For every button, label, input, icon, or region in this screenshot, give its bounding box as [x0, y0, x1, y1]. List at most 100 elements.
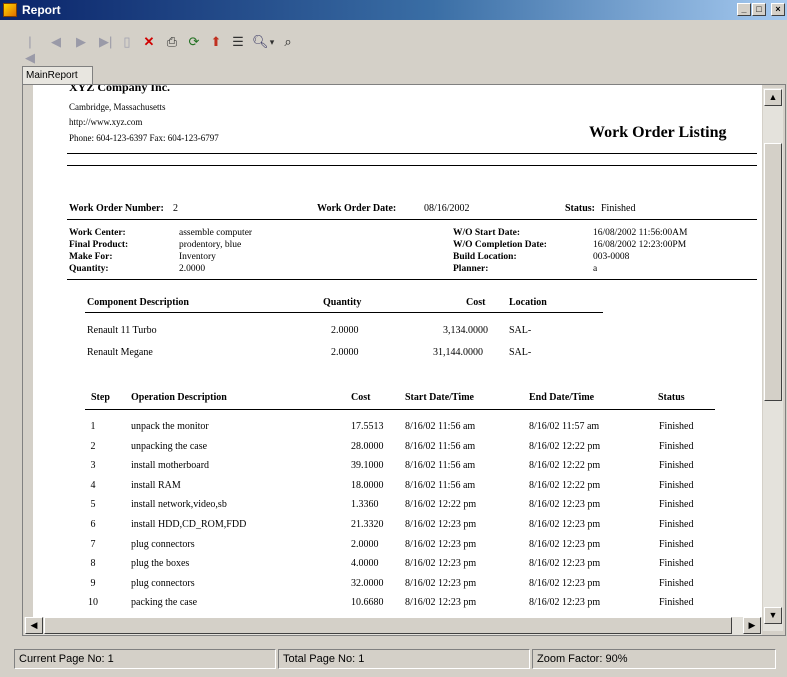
operation-header: Step	[91, 392, 110, 403]
operation-cell: 4	[90, 479, 96, 491]
operations-divider	[85, 409, 715, 410]
maximize-button[interactable]: □	[752, 3, 766, 16]
operation-header: Start Date/Time	[405, 392, 474, 403]
toolbar: |◀ ◀ ▶ ▶| ▯ ✕ ⎙ ⟳ ⬆ ☰ 🔍︎ ▾ ⌕	[0, 26, 787, 65]
print-icon[interactable]: ⎙	[164, 34, 180, 50]
current-page-status: Current Page No: 1	[14, 649, 276, 669]
field-label: Work Center:	[69, 228, 126, 238]
close-report-icon[interactable]: ✕	[142, 34, 156, 50]
operation-cell: 8/16/02 12:23 pm	[405, 558, 477, 570]
wo-status: Finished	[601, 203, 636, 214]
vertical-scrollbar[interactable]: ▲ ▼	[763, 88, 783, 631]
next-page-icon[interactable]: ▶	[75, 34, 87, 50]
operation-cell: 28.0000	[351, 440, 384, 452]
wo-number: 2	[173, 203, 178, 214]
operation-cell: 8/16/02 12:23 pm	[529, 499, 601, 511]
component-cell: 31,144.0000	[433, 347, 483, 358]
operation-row: 3 install motherboard 39.1000 8/16/02 11:56…	[33, 460, 762, 476]
operation-cell: 8/16/02 12:23 pm	[529, 577, 601, 589]
operation-cell: 8/16/02 12:23 pm	[405, 577, 477, 589]
operation-cell: 2	[90, 440, 96, 452]
component-row: Renault 11 Turbo 2.0000 3,134.0000 SAL-	[33, 325, 762, 341]
wo-date-label: Work Order Date:	[317, 203, 397, 214]
operation-cell: Finished	[659, 597, 694, 609]
search-icon[interactable]: ⌕	[280, 34, 296, 50]
operation-cell: 8/16/02 12:23 pm	[405, 597, 477, 609]
export-icon[interactable]: ⬆	[209, 34, 223, 50]
page-icon[interactable]: ▯	[121, 34, 133, 50]
horizontal-scrollbar[interactable]: ◀ ▶	[24, 617, 762, 635]
operation-cell: 1	[90, 421, 96, 432]
component-header: Cost	[466, 297, 486, 308]
component-header: Quantity	[323, 297, 362, 308]
horizontal-scroll-thumb[interactable]	[44, 617, 732, 634]
operation-cell: install motherboard	[131, 460, 210, 472]
operation-row: 2 unpacking the case 28.0000 8/16/02 11:56 …	[33, 441, 762, 457]
title-bar: Report _ □ ×	[0, 0, 787, 20]
operation-cell: 3	[90, 460, 96, 472]
previous-page-icon[interactable]: ◀	[50, 34, 62, 50]
operation-cell: 2.0000	[351, 538, 379, 550]
zoom-dropdown-icon[interactable]: ▾	[268, 34, 276, 50]
operation-cell: 8/16/02 11:56 am	[405, 440, 476, 452]
wo-number-label: Work Order Number:	[69, 203, 164, 214]
window-title: Report	[22, 3, 61, 17]
zoom-status: Zoom Factor: 90%	[532, 649, 776, 669]
vertical-scroll-thumb[interactable]	[764, 143, 782, 401]
zoom-icon[interactable]: 🔍︎	[252, 34, 269, 50]
operation-cell: 10.6680	[351, 597, 384, 609]
operation-cell: 8/16/02 12:22 pm	[529, 440, 601, 452]
operation-cell: 8	[90, 558, 96, 570]
header-divider	[67, 153, 757, 154]
operation-cell: Finished	[659, 421, 694, 432]
operation-cell: 21.3320	[351, 519, 384, 530]
operation-cell: packing the case	[131, 597, 198, 609]
field-value: a	[593, 264, 598, 274]
operation-row: 1 unpack the monitor 17.5513 8/16/02 11:56 …	[33, 421, 762, 437]
group-tree-icon[interactable]: ☰	[231, 34, 245, 50]
operation-cell: 8/16/02 12:23 pm	[529, 558, 601, 570]
scroll-down-button[interactable]: ▼	[764, 607, 782, 624]
operation-cell: 4.0000	[351, 558, 379, 570]
component-cell: 2.0000	[331, 325, 359, 336]
operation-cell: plug connectors	[131, 538, 195, 550]
operation-cell: 5	[90, 499, 96, 511]
field-value: 2.0000	[179, 264, 206, 274]
field-value: prodentory, blue	[179, 240, 242, 250]
field-value: 003-0008	[593, 252, 630, 262]
operation-row: 7 plug connectors 2.0000 8/16/02 12:23 pm 8/…	[33, 539, 762, 555]
operation-cell: Finished	[659, 479, 694, 491]
field-label: W/O Completion Date:	[453, 240, 547, 250]
report-viewport: XYZ Company Inc. Cambridge, Massachusett…	[22, 84, 786, 636]
operation-cell: 8/16/02 12:23 pm	[529, 519, 601, 530]
company-city: Cambridge, Massachusetts	[69, 102, 166, 112]
operation-cell: 8/16/02 12:23 pm	[405, 519, 477, 530]
operation-cell: unpacking the case	[131, 440, 208, 452]
scroll-right-button[interactable]: ▶	[743, 617, 761, 634]
last-page-icon[interactable]: ▶|	[99, 34, 112, 50]
refresh-icon[interactable]: ⟳	[187, 34, 201, 50]
company-url[interactable]: http://www.xyz.com	[69, 117, 142, 127]
field-value: Inventory	[179, 252, 216, 262]
field-value: 16/08/2002 12:23:00PM	[593, 240, 687, 250]
scroll-up-button[interactable]: ▲	[764, 89, 782, 106]
operation-cell: Finished	[659, 499, 694, 511]
component-cell: SAL-	[509, 347, 532, 358]
scroll-left-button[interactable]: ◀	[25, 617, 43, 634]
operation-cell: install HDD,CD_ROM,FDD	[131, 519, 247, 530]
component-cell: Renault Megane	[87, 347, 153, 358]
operation-cell: 8/16/02 12:22 pm	[529, 479, 601, 491]
tab-mainreport[interactable]: MainReport	[22, 66, 93, 85]
operation-cell: 9	[90, 577, 96, 589]
close-window-button[interactable]: ×	[771, 3, 785, 16]
header-divider-2	[67, 165, 757, 166]
first-page-icon[interactable]: |◀	[24, 34, 36, 65]
operation-cell: unpack the monitor	[131, 421, 209, 432]
component-row: Renault Megane 2.0000 31,144.0000 SAL-	[33, 347, 762, 363]
operation-row: 6 install HDD,CD_ROM,FDD 21.3320 8/16/02 12…	[33, 519, 762, 535]
operation-row: 8 plug the boxes 4.0000 8/16/02 12:23 pm 8/1…	[33, 558, 762, 574]
operation-cell: 1.3360	[351, 499, 379, 511]
operation-cell: 8/16/02 12:23 pm	[529, 538, 601, 550]
component-cell: 2.0000	[331, 347, 359, 358]
minimize-button[interactable]: _	[737, 3, 751, 16]
